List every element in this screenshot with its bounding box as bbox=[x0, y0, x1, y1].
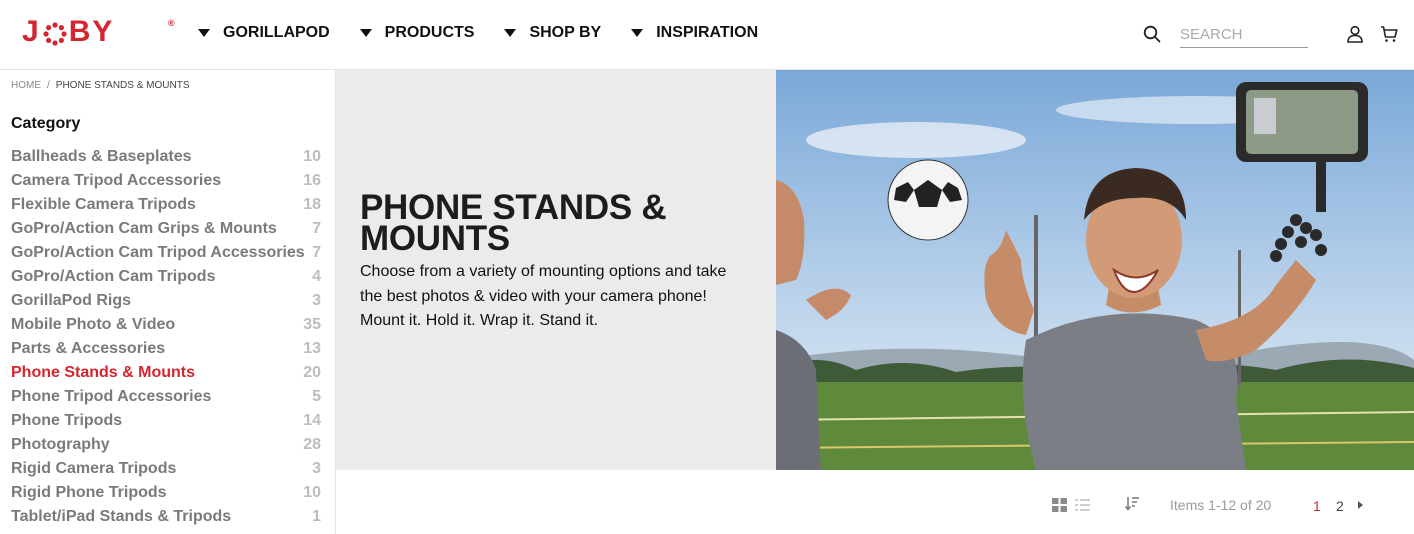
category-label: Tablet/iPad Stands & Tripods bbox=[11, 508, 232, 525]
category-heading: Category bbox=[11, 115, 81, 132]
caret-down-icon bbox=[504, 29, 517, 37]
cart-icon[interactable] bbox=[1380, 25, 1398, 43]
nav-label: INSPIRATION bbox=[656, 24, 759, 41]
caret-down-icon bbox=[631, 29, 644, 37]
category-label: Phone Tripods bbox=[11, 412, 123, 429]
category-item[interactable]: Phone Tripods 14 bbox=[11, 412, 321, 436]
nav-gorillapod[interactable]: GORILLAPOD bbox=[198, 24, 330, 42]
category-count: 35 bbox=[303, 316, 321, 333]
category-label: GorillaPod Rigs bbox=[11, 292, 132, 309]
category-count: 5 bbox=[312, 388, 321, 405]
nav-label: PRODUCTS bbox=[384, 24, 475, 41]
nav-label: GORILLAPOD bbox=[223, 24, 330, 41]
category-label: GoPro/Action Cam Grips & Mounts bbox=[11, 220, 277, 237]
logo-dot-ring-icon bbox=[43, 20, 67, 46]
category-item[interactable]: GoPro/Action Cam Grips & Mounts 7 bbox=[11, 220, 321, 244]
caret-down-icon bbox=[359, 29, 372, 37]
category-count: 14 bbox=[303, 412, 321, 429]
category-count: 28 bbox=[303, 436, 321, 453]
page-title: PHONE STANDS & MOUNTS bbox=[360, 188, 667, 258]
joby-logo[interactable]: J BY ® bbox=[22, 15, 175, 49]
logo-text-right: BY bbox=[68, 15, 115, 48]
nav-inspiration[interactable]: INSPIRATION bbox=[631, 24, 758, 42]
breadcrumb-separator: / bbox=[47, 80, 50, 91]
hero-banner-text: PHONE STANDS & MOUNTS Choose from a vari… bbox=[336, 70, 776, 470]
breadcrumb-current: PHONE STANDS & MOUNTS bbox=[55, 80, 190, 91]
category-label: Rigid Camera Tripods bbox=[11, 460, 177, 477]
sort-icon[interactable] bbox=[1125, 496, 1139, 511]
category-item[interactable]: GorillaPod Rigs 3 bbox=[11, 292, 321, 316]
nav-label: SHOP BY bbox=[529, 24, 602, 41]
category-item[interactable]: Photography 28 bbox=[11, 436, 321, 460]
category-label: Rigid Phone Tripods bbox=[11, 484, 167, 501]
caret-down-icon bbox=[198, 29, 210, 37]
page-link[interactable]: 2 bbox=[1336, 498, 1344, 514]
search-input[interactable] bbox=[1180, 22, 1308, 48]
category-item[interactable]: Ballheads & Baseplates 10 bbox=[11, 148, 321, 172]
nav-shop-by[interactable]: SHOP BY bbox=[504, 24, 601, 42]
category-item[interactable]: Flexible Camera Tripods 18 bbox=[11, 196, 321, 220]
site-header: J BY ® GORILLAPOD PRODUCTS SHOP BY INSPI… bbox=[0, 0, 1414, 70]
category-label: Phone Stands & Mounts bbox=[11, 364, 195, 381]
category-count: 3 bbox=[312, 460, 321, 477]
category-label: Mobile Photo & Video bbox=[11, 316, 176, 333]
category-label: GoPro/Action Cam Tripod Accessories bbox=[11, 244, 305, 261]
category-item[interactable]: Camera Tripod Accessories 16 bbox=[11, 172, 321, 196]
grid-view-icon[interactable] bbox=[1052, 498, 1067, 512]
category-label: Camera Tripod Accessories bbox=[11, 172, 222, 189]
category-item[interactable]: Rigid Camera Tripods 3 bbox=[11, 460, 321, 484]
category-label: Parts & Accessories bbox=[11, 340, 166, 357]
category-label: Photography bbox=[11, 436, 110, 453]
search-icon[interactable] bbox=[1143, 25, 1161, 43]
category-count: 10 bbox=[303, 484, 321, 501]
hero-image bbox=[776, 70, 1414, 470]
category-item[interactable]: Tablet/iPad Stands & Tripods 1 bbox=[11, 508, 321, 532]
items-count: Items 1-12 of 20 bbox=[1170, 497, 1272, 513]
category-count: 10 bbox=[303, 148, 321, 165]
main-nav: GORILLAPOD PRODUCTS SHOP BY INSPIRATION bbox=[198, 24, 788, 42]
category-count: 4 bbox=[312, 268, 321, 285]
category-count: 7 bbox=[312, 220, 321, 237]
category-list: Ballheads & Baseplates 10 Camera Tripod A… bbox=[11, 148, 321, 532]
category-label: Ballheads & Baseplates bbox=[11, 148, 192, 165]
user-icon[interactable] bbox=[1346, 25, 1364, 43]
category-label: Phone Tripod Accessories bbox=[11, 388, 212, 405]
list-view-icon[interactable] bbox=[1075, 498, 1090, 512]
nav-products[interactable]: PRODUCTS bbox=[359, 24, 475, 42]
category-item[interactable]: Parts & Accessories 13 bbox=[11, 340, 321, 364]
category-item[interactable]: Phone Tripod Accessories 5 bbox=[11, 388, 321, 412]
category-count: 18 bbox=[303, 196, 321, 213]
category-count: 7 bbox=[312, 244, 321, 261]
page-link-current[interactable]: 1 bbox=[1313, 498, 1321, 514]
category-item[interactable]: Rigid Phone Tripods 10 bbox=[11, 484, 321, 508]
category-item[interactable]: Mobile Photo & Video 35 bbox=[11, 316, 321, 340]
category-label: GoPro/Action Cam Tripods bbox=[11, 268, 216, 285]
logo-text-left: J bbox=[22, 15, 41, 48]
category-count: 1 bbox=[312, 508, 321, 525]
category-count: 20 bbox=[303, 364, 321, 381]
hero-description: Choose from a variety of mounting option… bbox=[360, 263, 727, 329]
registered-mark: ® bbox=[168, 18, 175, 28]
category-item-active[interactable]: Phone Stands & Mounts 20 bbox=[11, 364, 321, 388]
category-item[interactable]: GoPro/Action Cam Tripods 4 bbox=[11, 268, 321, 292]
next-page-icon[interactable] bbox=[1358, 501, 1363, 509]
products-toolbar: Items 1-12 of 20 1 2 bbox=[336, 470, 1414, 534]
category-count: 3 bbox=[312, 292, 321, 309]
category-label: Flexible Camera Tripods bbox=[11, 196, 196, 213]
category-count: 16 bbox=[303, 172, 321, 189]
breadcrumb-home[interactable]: HOME bbox=[11, 80, 41, 91]
breadcrumb: HOME / PHONE STANDS & MOUNTS bbox=[11, 80, 190, 91]
category-count: 13 bbox=[303, 340, 321, 357]
category-item[interactable]: GoPro/Action Cam Tripod Accessories 7 bbox=[11, 244, 321, 268]
sidebar: HOME / PHONE STANDS & MOUNTS Category Ba… bbox=[0, 70, 336, 534]
